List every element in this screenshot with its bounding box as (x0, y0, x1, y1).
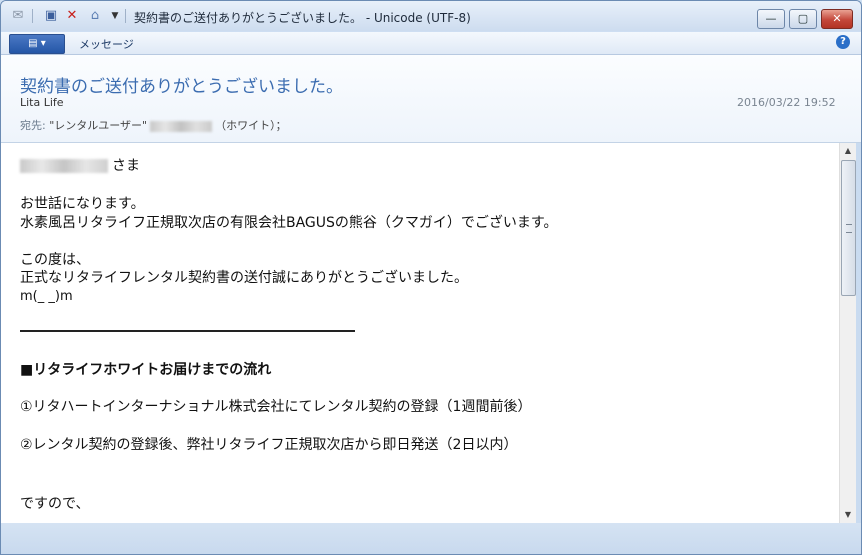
recipient-row: 宛先: "レンタルユーザー" （ホワイト）； (20, 117, 287, 133)
scroll-up-icon[interactable]: ▲ (840, 143, 856, 159)
dropdown-icon[interactable]: ▼ (107, 9, 123, 23)
message-subject: 契約書のご送付ありがとうございました。 (20, 77, 343, 97)
minimize-button[interactable]: — (757, 9, 785, 29)
message-header: 契約書のご送付ありがとうございました。 Lita Life 2016/03/22… (1, 55, 861, 143)
save-icon[interactable]: ▣ (43, 9, 59, 23)
divider (20, 330, 355, 332)
scroll-thumb[interactable] (841, 160, 856, 296)
toolbar: ▤ ▾ メッセージ ? (1, 32, 861, 55)
reply-icon[interactable]: ⌂ (87, 9, 103, 23)
message-window: ✉ ▣ ✕ ⌂ ▼ 契約書のご送付ありがとうございました。 - Unicode … (0, 0, 862, 555)
sender-name[interactable]: Lita Life (20, 96, 64, 109)
close-button[interactable]: ✕ (821, 9, 853, 29)
body-line: m(_ _)m (20, 289, 73, 304)
step-line: ②レンタル契約の登録後、弊社リタライフ正規取次店から即日発送（2日以内） (20, 437, 518, 453)
to-label: 宛先: (20, 119, 46, 132)
step-line: ①リタハートインターナショナル株式会社にてレンタル契約の登録（1週間前後） (20, 399, 532, 415)
vertical-scrollbar[interactable]: ▲ ▼ (839, 143, 856, 523)
view-menu-button[interactable]: ▤ ▾ (9, 34, 65, 54)
greeting-suffix: さま (112, 158, 140, 174)
title-bar[interactable]: ✉ ▣ ✕ ⌂ ▼ 契約書のご送付ありがとうございました。 - Unicode … (1, 1, 861, 31)
help-icon[interactable]: ? (836, 35, 850, 49)
window-title: 契約書のご送付ありがとうございました。 - Unicode (UTF-8) (134, 11, 471, 25)
body-line: 水素風呂リタライフ正規取次店の有限会社BAGUSの熊谷（クマガイ）でございます。 (20, 215, 558, 231)
scroll-down-icon[interactable]: ▼ (840, 507, 856, 523)
message-date: 2016/03/22 19:52 (737, 96, 836, 109)
redacted-name (150, 120, 213, 132)
mail-icon: ✉ (12, 8, 24, 23)
title-separator (125, 9, 126, 23)
recipient-suffix[interactable]: （ホワイト）； (215, 119, 287, 132)
body-line: この度は、 (20, 252, 90, 268)
delete-icon[interactable]: ✕ (64, 9, 80, 23)
close-icon: ✕ (832, 12, 842, 25)
window-footer (1, 523, 861, 554)
title-separator (32, 9, 33, 23)
body-line: ですので、 (20, 496, 90, 512)
message-body[interactable]: さま お世話になります。 水素風呂リタライフ正規取次店の有限会社BAGUSの熊谷… (1, 143, 839, 523)
body-line: お世話になります。 (20, 196, 145, 212)
maximize-button[interactable]: ▢ (789, 9, 817, 29)
recipient-prefix[interactable]: "レンタルユーザー" (49, 119, 147, 132)
greeting-line: さま (20, 155, 140, 175)
redacted-name (20, 159, 108, 173)
grip-icon (846, 224, 852, 233)
body-line: 正式なリタライフレンタル契約書の送付誠にありがとうございました。 (20, 270, 468, 286)
message-menu[interactable]: メッセージ (79, 36, 134, 52)
maximize-icon: ▢ (797, 12, 809, 25)
minimize-icon: — (765, 12, 777, 25)
section-heading: ■リタライフホワイトお届けまでの流れ (20, 362, 272, 378)
